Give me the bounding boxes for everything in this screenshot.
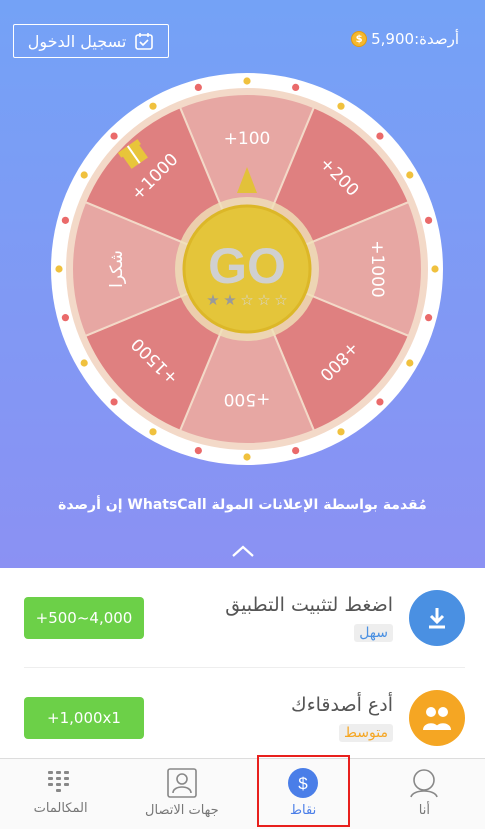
prize-wheel[interactable]: +100 +200 +1000 +800 +500 +1500 شكرا +1000 GO ★…: [47, 69, 447, 469]
wheel-light: [110, 132, 118, 140]
wheel-light: [149, 428, 157, 436]
wheel-light: [55, 265, 63, 273]
difficulty-badge: سهل: [354, 623, 393, 642]
wheel-light: [292, 83, 300, 92]
wheel-light: [194, 446, 202, 455]
dollar-coin-icon: $: [288, 768, 319, 798]
nav-points[interactable]: $ نقاط: [243, 759, 364, 829]
nav-me-label: أنا: [418, 803, 430, 818]
wheel-light: [406, 359, 414, 367]
wheel-segment-label: +1000: [367, 240, 387, 298]
wheel-light: [424, 216, 433, 224]
wheel-segment-label: +100: [224, 129, 271, 149]
spin-wheel-panel: $ أرصدة:5,900 تسجيل الدخول +100 +200 +1000…: [0, 0, 485, 568]
reward-button[interactable]: +500~4,000: [24, 596, 144, 639]
contact-card-icon: [167, 768, 197, 798]
wheel-light: [110, 398, 118, 406]
go-label: GO: [208, 238, 286, 294]
wheel-light: [376, 132, 384, 140]
checkin-label: تسجيل الدخول: [27, 31, 127, 51]
wheel-light: [61, 216, 70, 224]
wheel-light: [431, 265, 439, 273]
task-invite-friends[interactable]: +1,000x1 أدع أصدقاءك متوسط: [24, 668, 465, 768]
coin-icon: $: [351, 31, 368, 47]
task-text: أدع أصدقاءك متوسط: [144, 694, 409, 742]
wheel-light: [194, 83, 202, 92]
task-title: اضغط لتثبيت التطبيق: [225, 593, 393, 616]
task-text: اضغط لتثبيت التطبيق سهل: [144, 594, 409, 642]
dialpad-icon: [47, 771, 69, 792]
wheel-light: [80, 171, 88, 179]
reward-button[interactable]: +1,000x1: [24, 697, 144, 739]
wheel-light: [337, 102, 345, 110]
wheel-light: [376, 398, 384, 406]
nav-points-label: نقاط: [290, 803, 317, 818]
star-icon: ☆: [257, 291, 270, 309]
wheel-light: [80, 359, 88, 367]
wheel-segment-label: شكرا: [107, 250, 127, 288]
wheel-light: [149, 102, 157, 110]
wheel-light: [406, 171, 414, 179]
star-icon: ★: [206, 291, 219, 309]
wheel-light: [243, 453, 251, 461]
download-icon: [409, 589, 465, 646]
task-title: أدع أصدقاءك: [291, 694, 393, 716]
nav-contacts[interactable]: جهات الاتصال: [121, 759, 242, 829]
svg-text:$: $: [298, 774, 308, 793]
calendar-check-icon: [135, 33, 154, 50]
task-list: +500~4,000 اضغط لتثبيت التطبيق سهل +1,00…: [0, 568, 485, 758]
chevron-up-icon[interactable]: [231, 544, 255, 558]
nav-calls-label: المكالمات: [33, 801, 88, 816]
star-icon: ☆: [240, 291, 253, 309]
star-icon: ☆: [274, 291, 287, 309]
task-install-app[interactable]: +500~4,000 اضغط لتثبيت التطبيق سهل: [24, 568, 465, 668]
nav-contacts-label: جهات الاتصال: [145, 803, 219, 818]
balance-label: أرصدة:5,900: [371, 30, 459, 48]
nav-me[interactable]: أنا: [364, 759, 485, 829]
wheel-light: [243, 77, 251, 85]
profile-icon: [410, 769, 439, 798]
wheel-segment-label: +500: [224, 389, 271, 409]
friends-icon: [409, 690, 465, 746]
wheel-light: [424, 314, 433, 322]
star-icon: ★: [223, 291, 236, 309]
bottom-nav: المكالمات جهات الاتصال $ نقاط أنا: [0, 758, 485, 829]
wheel-light: [292, 446, 300, 455]
balance-display: $ أرصدة:5,900: [351, 30, 459, 48]
checkin-button[interactable]: تسجيل الدخول: [13, 24, 169, 58]
ads-disclaimer: إن أرصدة WhatsCall مُقدمة بواسطة الإعلان…: [58, 497, 427, 513]
difficulty-badge: متوسط: [339, 724, 393, 742]
nav-calls[interactable]: المكالمات: [0, 759, 121, 829]
wheel-light: [61, 314, 70, 322]
wheel-light: [337, 428, 345, 436]
